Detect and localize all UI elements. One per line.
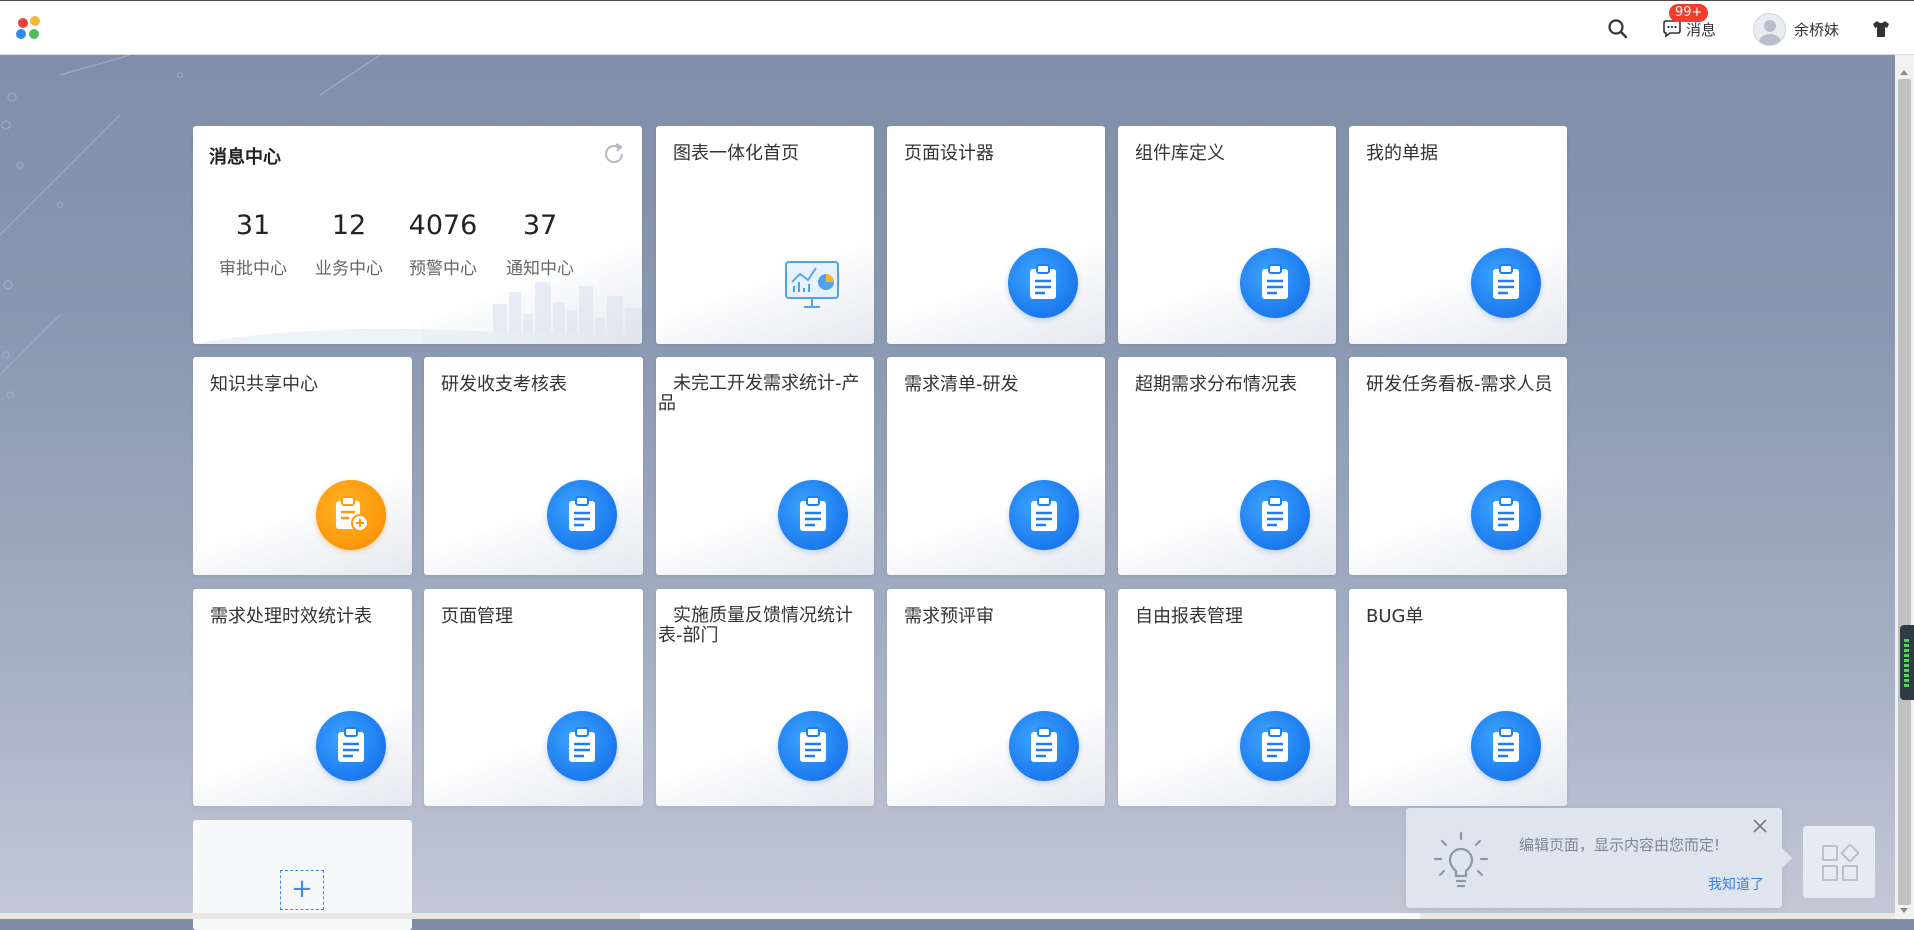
horizontal-scrollbar-thumb[interactable] — [640, 913, 1420, 919]
search-icon[interactable] — [1607, 18, 1629, 40]
grid-layout-icon — [1822, 844, 1859, 881]
clipboard-icon — [1240, 480, 1310, 550]
user-menu[interactable]: 余桥妹 — [1753, 12, 1839, 46]
app-card-bug[interactable]: BUG单 — [1349, 589, 1567, 806]
app-title: 图表一体化首页 — [673, 143, 799, 164]
top-bar: 消息 99+ 余桥妹 — [0, 0, 1914, 55]
clipboard-icon — [1008, 248, 1078, 318]
scrollbar-thumb[interactable] — [1898, 79, 1911, 905]
side-widget-tab[interactable] — [1900, 625, 1914, 700]
app-title: 研发任务看板-需求人员 — [1366, 374, 1553, 395]
clipboard-icon — [1471, 711, 1541, 781]
clipboard-icon — [778, 480, 848, 550]
app-card-rd-income-expense[interactable]: 研发收支考核表 — [424, 357, 643, 575]
user-name: 余桥妹 — [1794, 20, 1840, 39]
app-logo[interactable] — [16, 16, 44, 42]
app-card-my-documents[interactable]: 我的单据 — [1349, 126, 1567, 344]
message-center-title: 消息中心 — [209, 147, 281, 168]
clipboard-icon — [1009, 480, 1079, 550]
stat-business[interactable]: 12 业务中心 — [299, 210, 399, 279]
message-center-card: 消息中心 31 审批中心 12 业务中心 4076 预警中心 37 通知中心 — [193, 126, 642, 344]
app-card-overdue-distribution[interactable]: 超期需求分布情况表 — [1118, 357, 1336, 575]
app-title: 页面管理 — [441, 606, 513, 627]
stat-value: 37 — [522, 210, 558, 241]
message-count-badge: 99+ — [1669, 4, 1709, 22]
app-title: 需求清单-研发 — [904, 374, 1019, 395]
clipboard-icon — [316, 711, 386, 781]
clipboard-icon — [1240, 711, 1310, 781]
chat-icon — [1663, 20, 1681, 38]
app-card-component-library[interactable]: 组件库定义 — [1118, 126, 1336, 344]
vertical-scrollbar[interactable] — [1895, 55, 1914, 919]
avatar — [1753, 12, 1786, 46]
scroll-up-arrow[interactable] — [1900, 70, 1908, 75]
stat-value: 4076 — [408, 210, 478, 241]
stat-label: 通知中心 — [506, 259, 574, 279]
clipboard-add-icon — [316, 480, 386, 550]
clipboard-icon — [547, 711, 617, 781]
app-title: 未完工开发需求统计-产品 — [658, 373, 860, 414]
layout-edit-button[interactable] — [1803, 826, 1875, 898]
add-app-button[interactable]: + — [280, 870, 324, 910]
stat-value: 12 — [331, 210, 367, 241]
clipboard-icon — [778, 711, 848, 781]
stat-label: 业务中心 — [315, 259, 383, 279]
app-title: 我的单据 — [1366, 143, 1438, 164]
app-title: 组件库定义 — [1135, 143, 1225, 164]
app-card-requirement-list[interactable]: 需求清单-研发 — [887, 357, 1105, 575]
scroll-down-arrow[interactable] — [1900, 908, 1908, 913]
app-title: 研发收支考核表 — [441, 374, 567, 395]
close-icon[interactable] — [1752, 818, 1768, 834]
app-title: 自由报表管理 — [1135, 606, 1243, 627]
app-card-rd-task-board[interactable]: 研发任务看板-需求人员 — [1349, 357, 1567, 575]
app-card-quality-feedback[interactable]: 实施质量反馈情况统计表-部门 — [656, 589, 874, 806]
app-card-chart-home[interactable]: 图表一体化首页 — [656, 126, 874, 344]
clipboard-icon — [1240, 248, 1310, 318]
app-card-knowledge-center[interactable]: 知识共享中心 — [193, 357, 412, 575]
stat-approval[interactable]: 31 审批中心 — [203, 210, 303, 279]
stat-notice[interactable]: 37 通知中心 — [490, 210, 590, 279]
app-title: BUG单 — [1366, 606, 1424, 627]
app-card-page-designer[interactable]: 页面设计器 — [887, 126, 1105, 344]
clipboard-icon — [547, 480, 617, 550]
messages-button[interactable]: 消息 99+ — [1662, 4, 1716, 41]
app-card-unfinished-requirements[interactable]: 未完工开发需求统计-产品 — [656, 357, 874, 575]
clipboard-icon — [1471, 480, 1541, 550]
app-title: 知识共享中心 — [210, 374, 318, 395]
app-title: 需求预评审 — [904, 606, 994, 627]
app-title: 超期需求分布情况表 — [1135, 374, 1297, 395]
clipboard-icon — [1471, 248, 1541, 318]
app-title: 需求处理时效统计表 — [210, 606, 372, 627]
horizontal-scrollbar[interactable] — [0, 913, 1895, 919]
refresh-icon[interactable] — [602, 142, 626, 166]
tip-text: 编辑页面，显示内容由您而定! — [1519, 836, 1721, 854]
theme-shirt-icon[interactable] — [1871, 19, 1891, 39]
app-title: 实施质量反馈情况统计表-部门 — [658, 605, 853, 646]
app-card-pre-review[interactable]: 需求预评审 — [887, 589, 1105, 806]
app-card-page-management[interactable]: 页面管理 — [424, 589, 643, 806]
stat-label: 预警中心 — [409, 259, 477, 279]
app-title: 页面设计器 — [904, 143, 994, 164]
stat-label: 审批中心 — [219, 259, 287, 279]
lightbulb-icon — [1433, 831, 1489, 888]
clipboard-icon — [1009, 711, 1079, 781]
stat-value: 31 — [235, 210, 271, 241]
app-card-processing-time[interactable]: 需求处理时效统计表 — [193, 589, 412, 806]
edit-tip-popover: 编辑页面，显示内容由您而定! 我知道了 — [1406, 808, 1792, 908]
tip-confirm-link[interactable]: 我知道了 — [1708, 874, 1764, 894]
chart-monitor-icon — [785, 261, 839, 308]
stat-warning[interactable]: 4076 预警中心 — [393, 210, 493, 279]
city-skyline-decoration — [193, 282, 642, 344]
app-card-free-report[interactable]: 自由报表管理 — [1118, 589, 1336, 806]
